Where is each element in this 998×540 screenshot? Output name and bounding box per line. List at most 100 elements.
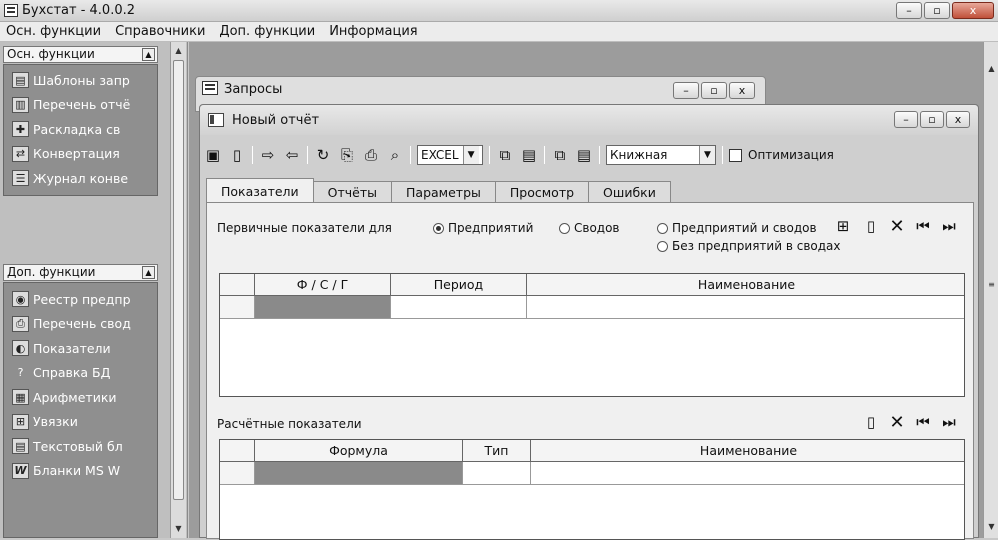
scroll-down-icon[interactable]: ▼ (984, 520, 998, 534)
format-select[interactable]: EXCEL ▼ (417, 145, 483, 165)
radio-icon[interactable] (433, 223, 444, 234)
tree-select-icon[interactable]: ⊞ (835, 217, 851, 235)
back-arrow-icon[interactable]: ⇦ (283, 146, 301, 164)
sidebar-item-indicators[interactable]: ◐ Показатели (4, 336, 157, 361)
forward-arrow-icon[interactable]: ⇨ (259, 146, 277, 164)
sidebar-item-report-list[interactable]: ▥ Перечень отчё (4, 93, 157, 118)
tab-reports[interactable]: Отчёты (312, 181, 393, 203)
tab-preview[interactable]: Просмотр (494, 181, 590, 203)
menu-extra-functions[interactable]: Доп. функции (219, 24, 315, 39)
column-header-type[interactable]: Тип (463, 440, 531, 462)
scroll-down-icon[interactable]: ▼ (171, 522, 186, 536)
sidebar-item-conversion[interactable]: ⇄ Конвертация (4, 142, 157, 167)
primary-indicators-grid[interactable]: Ф / С / Г Период Наименование (219, 273, 965, 397)
table-row[interactable] (220, 296, 964, 319)
optimization-checkbox[interactable] (729, 148, 742, 162)
menu-reference-books[interactable]: Справочники (115, 24, 205, 39)
radio-without-enterprises[interactable]: Без предприятий в сводах (657, 239, 841, 253)
collapse-up-icon[interactable]: ▲ (142, 266, 155, 279)
calculated-indicators-grid[interactable]: Формула Тип Наименование (219, 439, 965, 540)
summary-list-icon: ⎙ (12, 315, 29, 332)
sidebar-group-main-header[interactable]: Осн. функции ▲ (3, 46, 158, 63)
table-cell[interactable] (527, 296, 964, 318)
refresh-icon[interactable]: ↻ (314, 146, 332, 164)
queries-maximize-button[interactable]: ▫ (701, 82, 727, 99)
sidebar-item-word-forms[interactable]: W Бланки MS W (4, 459, 157, 484)
menu-information[interactable]: Информация (329, 24, 417, 39)
tab-parameters[interactable]: Параметры (391, 181, 496, 203)
sidebar-item-registry[interactable]: ◉ Реестр предпр (4, 287, 157, 312)
separator (489, 146, 490, 164)
preview-icon[interactable]: ⎘ (338, 146, 356, 164)
tab-indicators[interactable]: Показатели (206, 178, 314, 203)
new-row-icon[interactable]: ▯ (863, 413, 879, 431)
selected-cell[interactable] (255, 462, 463, 484)
table-cell[interactable] (463, 462, 531, 484)
main-scrollbar[interactable]: ▲ ≡ ▼ (983, 42, 998, 538)
column-header-period[interactable]: Период (391, 274, 527, 296)
sidebar-scrollbar[interactable]: ▲ ▼ (170, 42, 186, 538)
radio-icon[interactable] (657, 223, 668, 234)
table-cell[interactable] (531, 462, 964, 484)
last-record-icon[interactable]: ⏭ (941, 413, 957, 431)
sidebar-item-links[interactable]: ⊞ Увязки (4, 410, 157, 435)
minimize-button[interactable]: – (896, 2, 922, 19)
paste-icon[interactable]: ▤ (575, 146, 593, 164)
copy-icon[interactable]: ⧉ (496, 146, 514, 164)
scrollbar-thumb[interactable] (173, 60, 184, 500)
table-row[interactable] (220, 462, 964, 485)
scroll-up-icon[interactable]: ▲ (171, 44, 186, 58)
chevron-down-icon[interactable]: ▼ (699, 146, 715, 164)
delete-icon[interactable]: ✕ (889, 412, 905, 433)
radio-icon[interactable] (657, 241, 668, 252)
queries-close-button[interactable]: x (729, 82, 755, 99)
radio-enterprises-and-summaries[interactable]: Предприятий и сводов (657, 221, 817, 235)
report-maximize-button[interactable]: ▫ (920, 111, 944, 128)
maximize-button[interactable]: ▫ (924, 2, 950, 19)
selected-cell[interactable] (255, 296, 391, 318)
sidebar-item-layout[interactable]: ✚ Раскладка св (4, 117, 157, 142)
copy-icon[interactable]: ⧉ (551, 146, 569, 164)
close-button[interactable]: x (952, 2, 994, 19)
find-icon[interactable]: ⌕ (386, 146, 404, 164)
paste-icon[interactable]: ▤ (520, 146, 538, 164)
sidebar-item-summary-list[interactable]: ⎙ Перечень свод (4, 312, 157, 337)
sidebar-item-arithmetic[interactable]: ▦ Арифметики (4, 385, 157, 410)
column-header-name[interactable]: Наименование (531, 440, 964, 462)
scroll-up-icon[interactable]: ▲ (984, 62, 998, 76)
collapse-up-icon[interactable]: ▲ (142, 48, 155, 61)
sidebar-item-text-block[interactable]: ▤ Текстовый бл (4, 434, 157, 459)
new-row-icon[interactable]: ▯ (863, 217, 879, 235)
radio-summaries[interactable]: Сводов (559, 221, 620, 235)
report-minimize-button[interactable]: – (894, 111, 918, 128)
sidebar-item-journal[interactable]: ☰ Журнал конве (4, 166, 157, 191)
queries-minimize-button[interactable]: – (673, 82, 699, 99)
sidebar-group-extra-header[interactable]: Доп. функции ▲ (3, 264, 158, 281)
report-close-button[interactable]: x (946, 111, 970, 128)
save-icon[interactable]: ▣ (204, 146, 222, 164)
sidebar-item-db-help[interactable]: ? Справка БД (4, 361, 157, 386)
new-document-icon[interactable]: ▯ (228, 146, 246, 164)
last-record-icon[interactable]: ⏭ (941, 217, 957, 235)
first-record-icon[interactable]: ⏮ (915, 413, 931, 431)
tab-errors[interactable]: Ошибки (588, 181, 671, 203)
queries-window-controls: – ▫ x (673, 82, 755, 99)
scroll-grip-icon[interactable]: ≡ (984, 278, 998, 292)
table-cell[interactable] (391, 296, 527, 318)
row-indicator[interactable] (220, 462, 255, 484)
separator (544, 146, 545, 164)
column-header-formula[interactable]: Формула (255, 440, 463, 462)
print-icon[interactable]: ⎙ (362, 146, 380, 164)
chevron-down-icon[interactable]: ▼ (462, 146, 479, 164)
orientation-select[interactable]: Книжная ▼ (606, 145, 716, 165)
radio-enterprises[interactable]: Предприятий (433, 221, 533, 235)
delete-icon[interactable]: ✕ (889, 216, 905, 237)
sidebar-item-templates[interactable]: ▤ Шаблоны запр (4, 68, 157, 93)
column-header-fsg[interactable]: Ф / С / Г (255, 274, 391, 296)
first-record-icon[interactable]: ⏮ (915, 217, 931, 235)
column-header-name[interactable]: Наименование (527, 274, 964, 296)
new-report-titlebar: Новый отчёт – ▫ x (200, 105, 978, 135)
row-indicator[interactable] (220, 296, 255, 318)
radio-icon[interactable] (559, 223, 570, 234)
menu-main-functions[interactable]: Осн. функции (6, 24, 101, 39)
